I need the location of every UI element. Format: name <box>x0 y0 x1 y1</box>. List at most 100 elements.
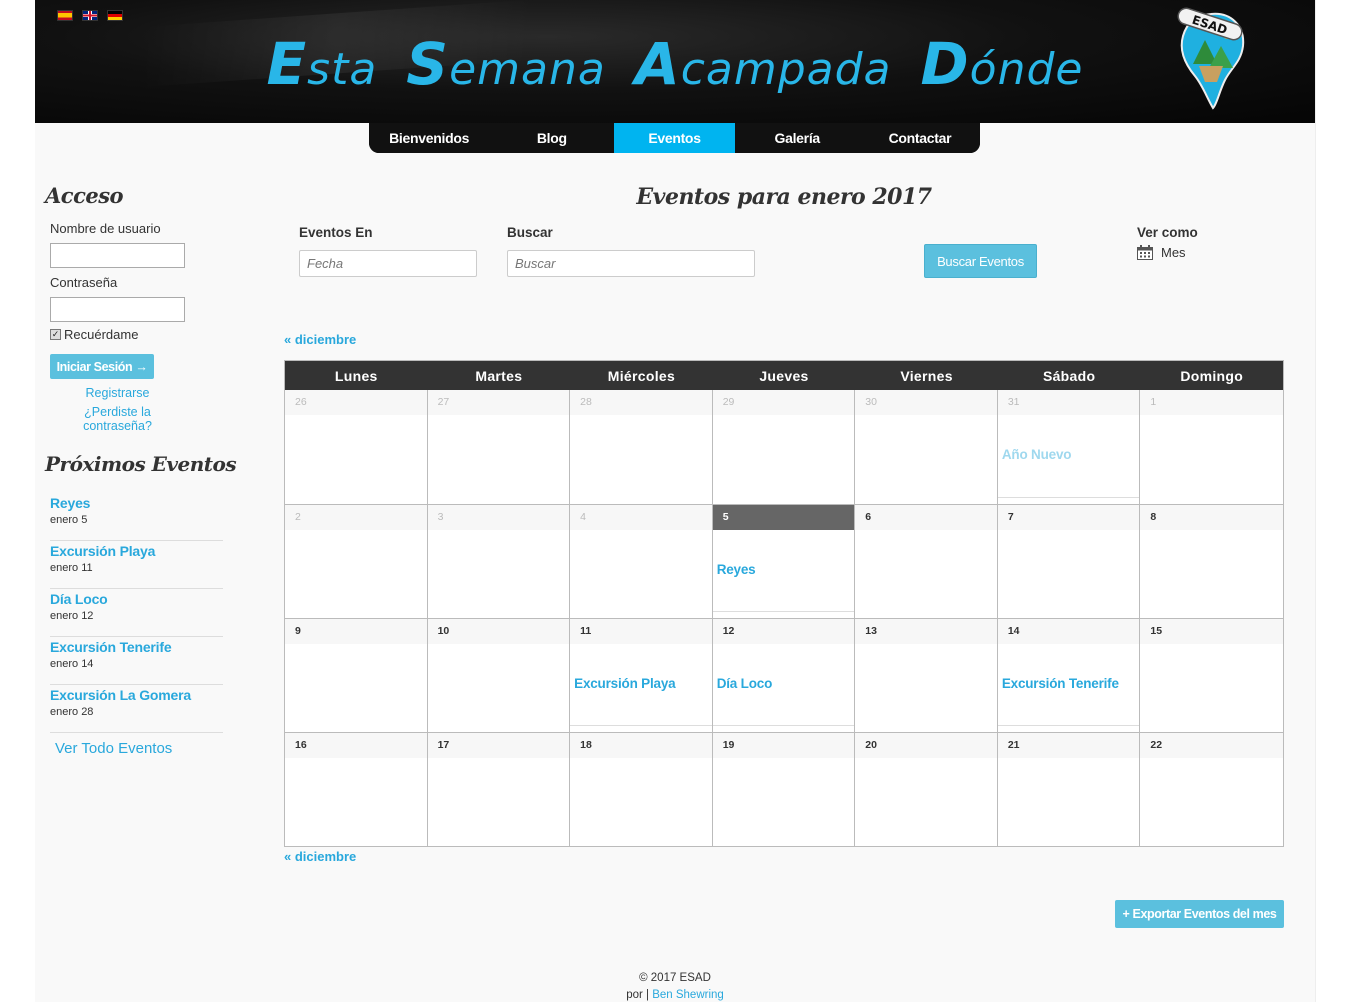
calendar-day-cell[interactable]: 11 Excursión Playa <box>570 619 713 732</box>
password-input[interactable] <box>50 297 185 322</box>
forgot-password-link[interactable]: ¿Perdiste la contraseña? <box>50 405 185 433</box>
prev-month-link-bottom[interactable]: « diciembre <box>284 849 356 864</box>
title-word-esta: Esta <box>266 30 378 98</box>
uk-flag-icon[interactable] <box>82 10 98 21</box>
upcoming-event-link[interactable]: Excursión Playa <box>50 543 223 559</box>
esad-logo[interactable]: ESAD <box>1173 6 1249 112</box>
calendar-event-link[interactable]: Reyes <box>717 562 756 577</box>
upcoming-event-link[interactable]: Día Loco <box>50 591 223 607</box>
spain-flag-icon[interactable] <box>57 10 73 21</box>
calendar-event-link[interactable]: Día Loco <box>717 676 773 691</box>
germany-flag-icon[interactable] <box>107 10 123 21</box>
upcoming-event-date: enero 28 <box>50 706 94 718</box>
calendar-day-cell[interactable]: 31 Año Nuevo <box>997 390 1141 504</box>
calendar-day-cell[interactable]: 2 <box>285 505 428 618</box>
event-divider <box>712 611 855 612</box>
nav-item-bienvenidos[interactable]: Bienvenidos <box>369 123 490 153</box>
calendar-day-cell[interactable]: 15 <box>1140 619 1283 732</box>
day-number: 20 <box>855 733 997 758</box>
calendar-day-cell[interactable]: 28 <box>570 390 713 504</box>
search-input[interactable]: Buscar <box>507 250 755 277</box>
calendar-event-link[interactable]: Excursión Tenerife <box>1002 676 1119 691</box>
event-divider <box>997 497 1140 498</box>
calendar-day-cell[interactable]: 17 <box>427 733 571 846</box>
calendar-day-cell[interactable]: 3 <box>427 505 571 618</box>
calendar-day-cell[interactable]: 13 <box>855 619 998 732</box>
day-number: 14 <box>997 619 1140 644</box>
calendar-day-cell[interactable]: 22 <box>1140 733 1283 846</box>
day-number: 5 <box>712 505 855 530</box>
calendar-day-cell[interactable]: 14 Excursión Tenerife <box>997 619 1141 732</box>
footer-author-link[interactable]: Ben Shewring <box>652 989 724 1001</box>
calendar-day-cell[interactable]: 1 <box>1140 390 1283 504</box>
calendar-day-cell[interactable]: 20 <box>855 733 998 846</box>
calendar-day-cell[interactable]: 9 <box>285 619 428 732</box>
calendar-day-cell[interactable]: 4 <box>570 505 713 618</box>
login-widget-title: Acceso <box>45 183 124 208</box>
nav-item-galeria[interactable]: Galería <box>737 123 858 153</box>
calendar-event-link[interactable]: Excursión Playa <box>574 676 676 691</box>
upcoming-event-link[interactable]: Reyes <box>50 495 223 511</box>
calendar-day-cell[interactable]: 5 Reyes <box>712 505 856 618</box>
day-number: 26 <box>285 390 427 415</box>
events-in-label: Eventos En <box>299 225 373 240</box>
remember-me-checkbox[interactable]: ✓ <box>50 329 61 340</box>
calendar-week-row: 26 27 28 29 30 31 Año Nuevo 1 <box>285 390 1283 504</box>
upcoming-event-date: enero 5 <box>50 514 88 526</box>
register-link[interactable]: Registrarse <box>50 386 185 400</box>
event-divider <box>712 725 855 726</box>
event-divider <box>570 725 712 726</box>
nav-item-blog[interactable]: Blog <box>491 123 612 153</box>
search-events-button[interactable]: Buscar Eventos <box>924 244 1037 278</box>
weekday-header: Viernes <box>900 367 953 384</box>
list-item: Excursión Tenerife enero 14 <box>50 637 223 685</box>
day-number: 9 <box>285 619 427 644</box>
view-month-toggle[interactable]: Mes <box>1137 245 1186 260</box>
login-button[interactable]: Iniciar Sesión → <box>50 354 154 379</box>
day-number: 16 <box>285 733 427 758</box>
username-input[interactable] <box>50 243 185 268</box>
view-all-events-link[interactable]: Ver Todo Eventos <box>55 740 172 757</box>
export-events-button[interactable]: + Exportar Eventos del mes <box>1115 900 1284 928</box>
day-number: 30 <box>855 390 997 415</box>
calendar-event-link[interactable]: Año Nuevo <box>1002 447 1072 462</box>
calendar-day-cell[interactable]: 16 <box>285 733 428 846</box>
calendar-day-cell[interactable]: 8 <box>1140 505 1283 618</box>
calendar-day-cell[interactable]: 12 Día Loco <box>712 619 856 732</box>
calendar-day-cell[interactable]: 6 <box>855 505 998 618</box>
search-label: Buscar <box>507 225 553 240</box>
calendar-day-cell[interactable]: 18 <box>570 733 713 846</box>
calendar-grid: Lunes Martes Miércoles Jueves Viernes Sá… <box>284 360 1284 847</box>
weekday-header: Miércoles <box>607 367 676 384</box>
upcoming-event-date: enero 12 <box>50 610 94 622</box>
calendar-day-cell[interactable]: 19 <box>712 733 856 846</box>
nav-item-eventos[interactable]: Eventos <box>614 123 735 153</box>
day-number: 18 <box>570 733 712 758</box>
day-number: 10 <box>427 619 570 644</box>
upcoming-event-date: enero 14 <box>50 658 94 670</box>
day-number: 31 <box>997 390 1140 415</box>
calendar-day-cell[interactable]: 27 <box>427 390 571 504</box>
day-number: 12 <box>712 619 855 644</box>
calendar-day-cell[interactable]: 7 <box>997 505 1141 618</box>
calendar-day-cell[interactable]: 29 <box>712 390 856 504</box>
day-number: 22 <box>1140 733 1283 758</box>
title-word-donde: Dónde <box>920 30 1084 98</box>
calendar-day-cell[interactable]: 21 <box>997 733 1141 846</box>
calendar-day-cell[interactable]: 26 <box>285 390 428 504</box>
day-number: 8 <box>1140 505 1283 530</box>
calendar-week-row: 16 17 18 19 20 21 22 <box>285 732 1283 846</box>
site-header: Esta Semana Acampada Dónde ESAD <box>35 0 1315 123</box>
remember-me-label: Recuérdame <box>64 327 139 342</box>
remember-me[interactable]: ✓ Recuérdame <box>50 327 138 342</box>
upcoming-event-link[interactable]: Excursión Tenerife <box>50 639 223 655</box>
calendar-day-cell[interactable]: 10 <box>427 619 571 732</box>
nav-item-contactar[interactable]: Contactar <box>859 123 981 153</box>
prev-month-link[interactable]: « diciembre <box>284 332 356 347</box>
upcoming-events-title: Próximos Eventos <box>45 452 237 476</box>
calendar-day-cell[interactable]: 30 <box>855 390 998 504</box>
day-number: 6 <box>855 505 997 530</box>
upcoming-event-link[interactable]: Excursión La Gomera <box>50 687 223 703</box>
date-input[interactable]: Fecha <box>299 250 477 277</box>
day-number: 4 <box>570 505 712 530</box>
